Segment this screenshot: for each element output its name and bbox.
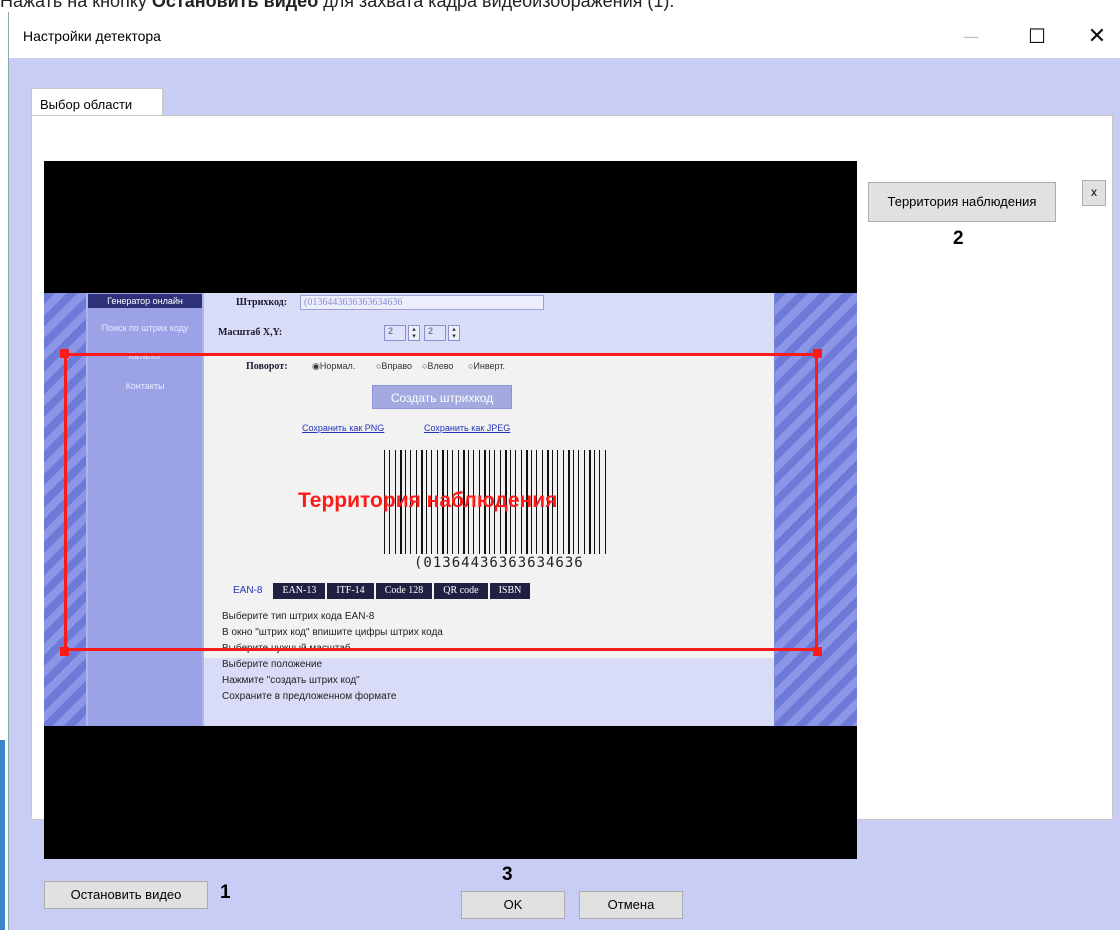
doc-text-suffix: для захвата кадра видеоизображения (1). (318, 0, 675, 11)
doc-text-bold: Остановить видео (151, 0, 319, 11)
window-title: Настройки детектора (23, 28, 161, 44)
zone-handle-bottom-left[interactable] (60, 647, 69, 656)
observation-zone-label: Территория наблюдения (298, 489, 558, 512)
tab-panel: Генератор онлайн Поиск по штрих коду Кат… (31, 115, 1113, 909)
video-viewport[interactable]: Генератор онлайн Поиск по штрих коду Кат… (44, 161, 857, 859)
window-client-area: Выбор области Генератор онлайн Поиск по … (9, 58, 1120, 930)
zone-handle-top-left[interactable] (60, 349, 69, 358)
tab-area-selection[interactable]: Выбор области (31, 88, 163, 116)
detector-settings-window: Настройки детектора — ☐ ✕ Выбор области … (8, 12, 1120, 930)
captured-scale-label: Масштаб X,Y: (218, 327, 283, 338)
observation-zone-button[interactable]: Территория наблюдения (868, 182, 1056, 222)
close-button[interactable]: ✕ (1077, 20, 1117, 52)
captured-barcode-label: Штрихкод: (236, 297, 288, 308)
captured-scale-x: 2 (384, 325, 406, 341)
captured-scale-y: 2 (424, 325, 446, 341)
captured-instruction-line: Сохраните в предложенном формате (222, 691, 397, 702)
title-bar: Настройки детектора — ☐ ✕ (9, 12, 1120, 58)
captured-spin-arrows: ▴ ▾ (448, 325, 460, 341)
cancel-button[interactable]: Отмена (579, 891, 683, 919)
captured-spin-arrows: ▴ ▾ (408, 325, 420, 341)
stop-video-button[interactable]: Остановить видео (44, 881, 208, 909)
marker-2: 2 (953, 228, 964, 249)
left-accent-bar (0, 740, 5, 930)
document-instruction-line: Нажать на кнопку Остановить видео для за… (0, 0, 674, 11)
captured-barcode-value: (0136443636363634636 (304, 297, 403, 308)
zone-handle-top-right[interactable] (813, 349, 822, 358)
marker-1: 1 (220, 882, 231, 903)
minimize-button[interactable]: — (951, 20, 991, 52)
captured-nav-item: Генератор онлайн (88, 294, 202, 308)
marker-3: 3 (502, 864, 513, 885)
maximize-button[interactable]: ☐ (1017, 20, 1057, 52)
captured-nav-item: Поиск по штрих коду (101, 323, 189, 333)
ok-button[interactable]: OK (461, 891, 565, 919)
zone-handle-bottom-right[interactable] (813, 647, 822, 656)
doc-text-prefix: Нажать на кнопку (0, 0, 152, 11)
captured-instruction-line: Выберите положение (222, 659, 323, 670)
captured-instruction-line: Нажмите "создать штрих код" (222, 675, 360, 686)
remove-zone-button[interactable]: x (1082, 180, 1106, 206)
